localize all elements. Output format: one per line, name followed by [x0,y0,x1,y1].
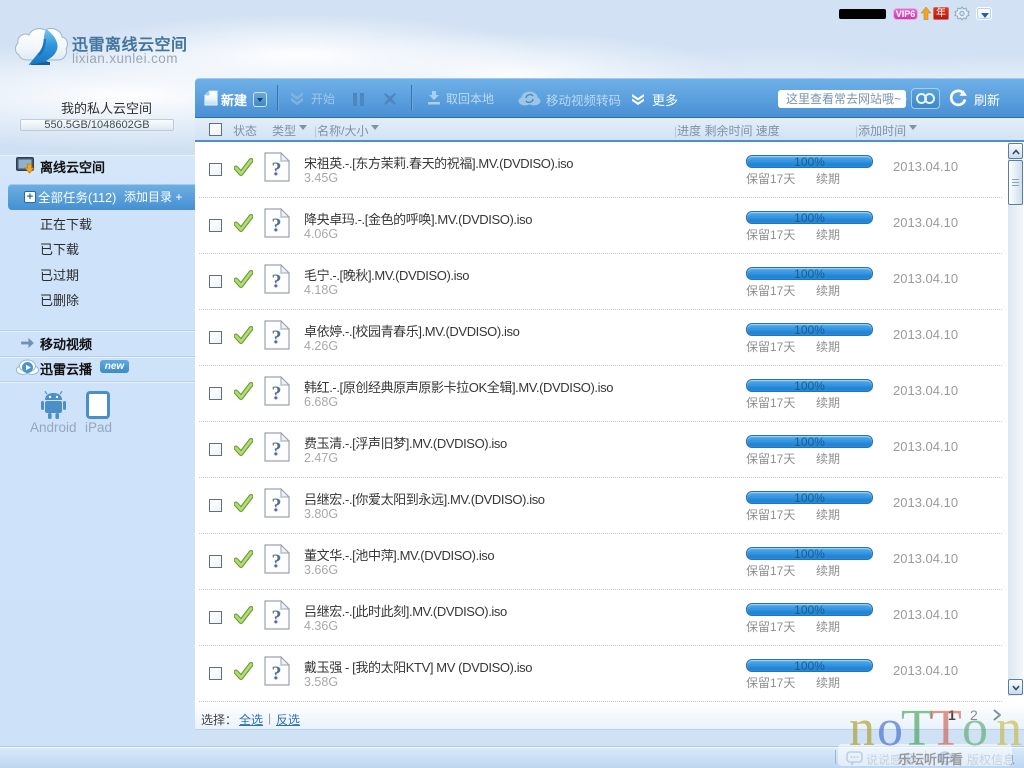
svg-text:?: ? [272,663,282,685]
svg-text:?: ? [272,439,282,461]
svg-text:?: ? [272,271,282,293]
svg-text:?: ? [272,607,282,629]
svg-text:?: ? [272,383,282,405]
svg-text:?: ? [272,327,282,349]
svg-text:?: ? [272,551,282,573]
svg-text:?: ? [272,495,282,517]
svg-text:?: ? [272,215,282,237]
svg-text:?: ? [272,159,282,181]
